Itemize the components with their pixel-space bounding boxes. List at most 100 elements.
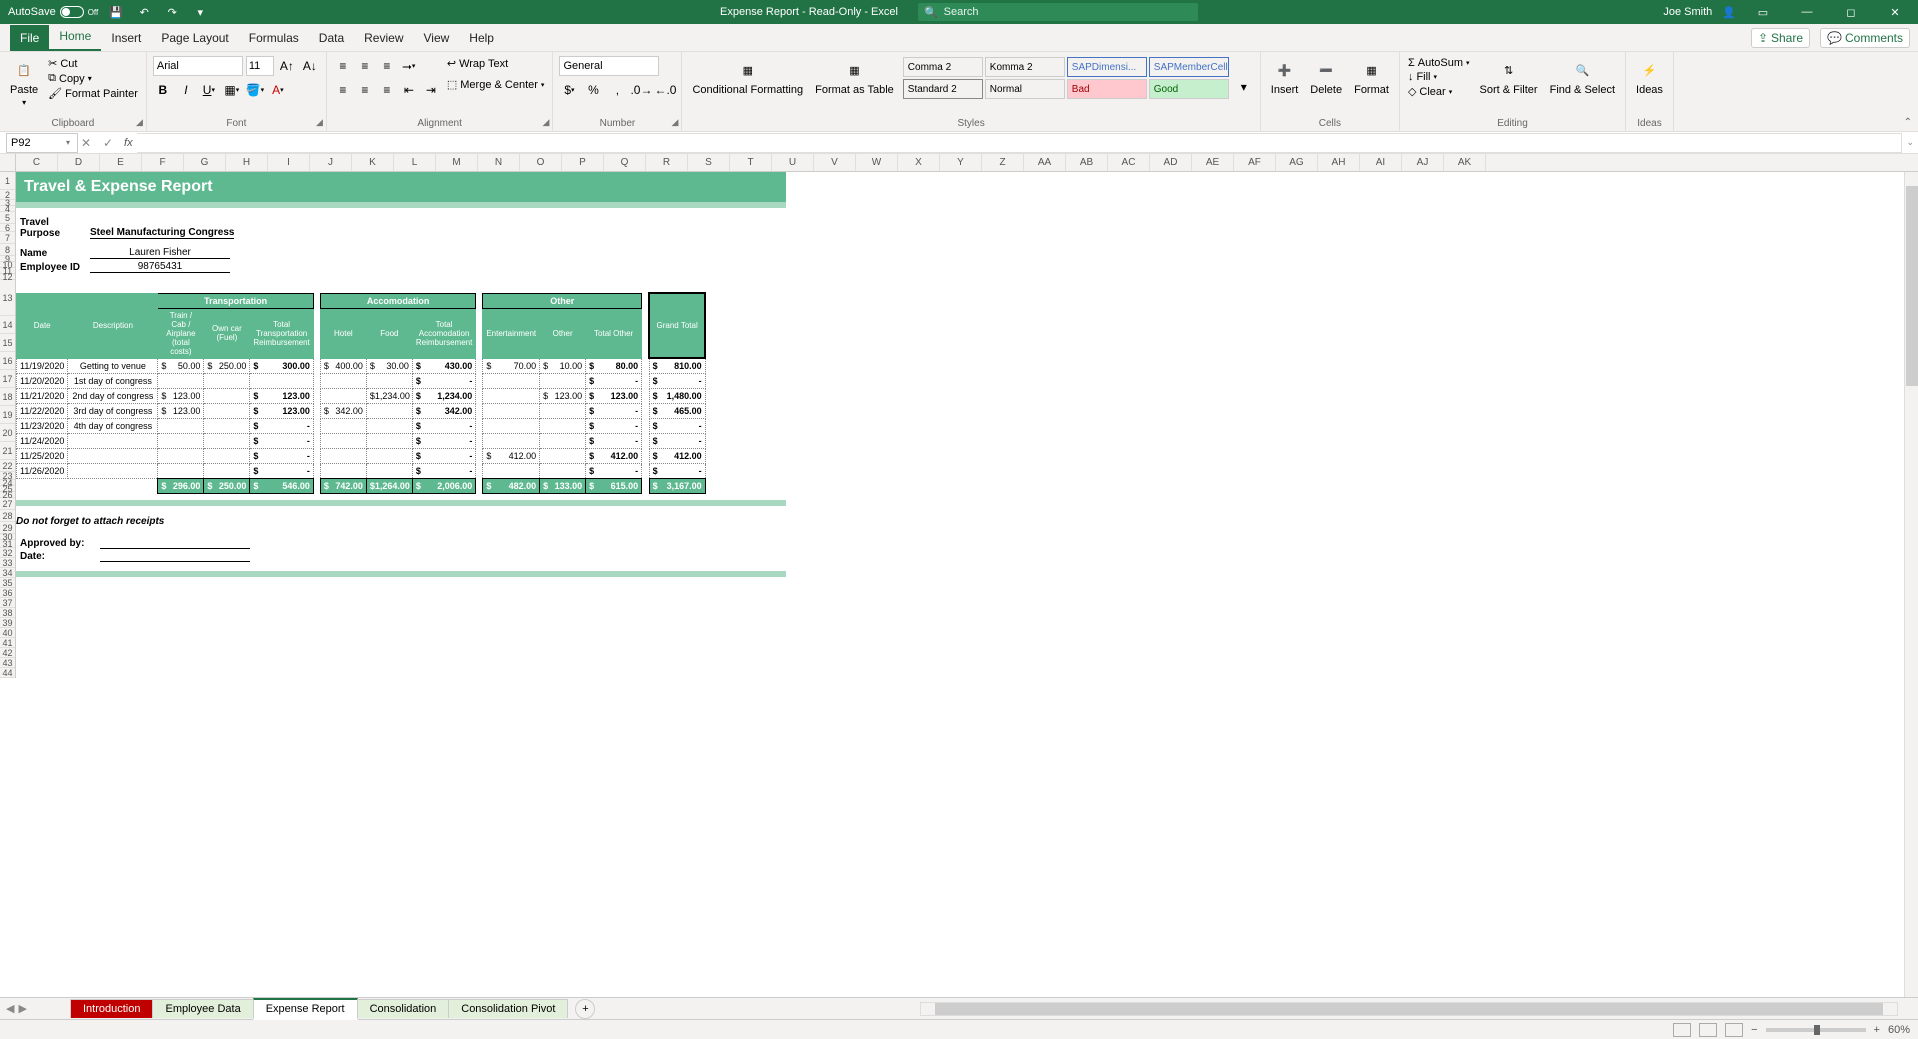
sheet-nav-prev-icon[interactable]: ◀ [6, 1002, 14, 1015]
row-header[interactable]: 41 [0, 638, 15, 648]
horizontal-scrollbar[interactable] [920, 1002, 1898, 1016]
maximize-icon[interactable]: ◻ [1834, 0, 1868, 24]
row-header[interactable]: 27 [0, 498, 15, 510]
row-header[interactable]: 31 [0, 540, 15, 548]
column-header[interactable]: AG [1276, 154, 1318, 171]
zoom-in-icon[interactable]: + [1874, 1024, 1880, 1036]
comments-button[interactable]: 💬Comments [1820, 28, 1910, 48]
decrease-font-icon[interactable]: A↓ [300, 56, 320, 76]
increase-indent-icon[interactable]: ⇥ [421, 80, 441, 100]
align-right-icon[interactable]: ≡ [377, 80, 397, 100]
column-header[interactable]: V [814, 154, 856, 171]
insert-cells-button[interactable]: ➕Insert [1267, 56, 1303, 98]
dialog-launcher-icon[interactable]: ◢ [543, 117, 550, 128]
column-header[interactable]: E [100, 154, 142, 171]
row-header[interactable]: 35 [0, 578, 15, 588]
row-header[interactable]: 16 [0, 352, 15, 370]
user-name[interactable]: Joe Smith [1663, 6, 1712, 18]
delete-cells-button[interactable]: ➖Delete [1306, 56, 1346, 98]
column-header[interactable]: M [436, 154, 478, 171]
row-header[interactable]: 33 [0, 558, 15, 568]
spreadsheet-grid[interactable]: CDEFGHIJKLMNOPQRSTUVWXYZAAABACADAEAFAGAH… [0, 154, 1918, 997]
column-header[interactable]: R [646, 154, 688, 171]
search-box[interactable]: 🔍 Search [918, 3, 1198, 21]
minimize-icon[interactable]: — [1790, 0, 1824, 24]
undo-icon[interactable]: ↶ [134, 2, 154, 22]
style-sapdimension[interactable]: SAPDimensi... [1067, 57, 1147, 77]
autosave-toggle[interactable]: AutoSave Off [8, 6, 98, 18]
row-header[interactable]: 14 [0, 316, 15, 334]
font-name-dropdown[interactable] [153, 56, 243, 76]
row-header[interactable]: 39 [0, 618, 15, 628]
namebox-dropdown-icon[interactable]: ▾ [66, 138, 70, 147]
row-header[interactable]: 40 [0, 628, 15, 638]
font-color-icon[interactable]: A▾ [268, 80, 288, 100]
align-center-icon[interactable]: ≡ [355, 80, 375, 100]
fill-color-icon[interactable]: 🪣▾ [245, 80, 265, 100]
sheet-tab-employee-data[interactable]: Employee Data [152, 999, 253, 1018]
cancel-formula-icon[interactable]: ✕ [76, 133, 96, 153]
collapse-ribbon-icon[interactable]: ⌃ [1904, 117, 1912, 128]
column-headers[interactable]: CDEFGHIJKLMNOPQRSTUVWXYZAAABACADAEAFAGAH… [16, 154, 1918, 172]
format-cells-button[interactable]: ▦Format [1350, 56, 1393, 98]
close-icon[interactable]: ✕ [1878, 0, 1912, 24]
style-komma2[interactable]: Komma 2 [985, 57, 1065, 77]
row-header[interactable]: 34 [0, 568, 15, 578]
column-header[interactable]: AB [1066, 154, 1108, 171]
conditional-formatting-button[interactable]: ▦Conditional Formatting [688, 56, 807, 98]
increase-decimal-icon[interactable]: .0→ [631, 80, 651, 100]
row-header[interactable]: 17 [0, 370, 15, 388]
column-header[interactable]: D [58, 154, 100, 171]
decrease-decimal-icon[interactable]: ←.0 [655, 80, 675, 100]
column-header[interactable]: N [478, 154, 520, 171]
row-header[interactable]: 1 [0, 172, 15, 190]
share-button[interactable]: ⇪Share [1751, 28, 1810, 48]
row-header[interactable]: 44 [0, 668, 15, 678]
row-header[interactable]: 15 [0, 334, 15, 352]
sheet-nav-next-icon[interactable]: ▶ [18, 1002, 26, 1015]
dialog-launcher-icon[interactable]: ◢ [316, 117, 323, 128]
style-good[interactable]: Good [1149, 79, 1229, 99]
column-header[interactable]: AC [1108, 154, 1150, 171]
paste-button[interactable]: 📋Paste▾ [6, 56, 42, 109]
wrap-text-button[interactable]: ↩Wrap Text [445, 56, 547, 71]
select-all-triangle[interactable] [0, 154, 16, 172]
autosum-button[interactable]: ΣAutoSum▾ [1406, 56, 1472, 70]
tab-view[interactable]: View [414, 25, 460, 51]
column-header[interactable]: Y [940, 154, 982, 171]
column-header[interactable]: AD [1150, 154, 1192, 171]
column-header[interactable]: O [520, 154, 562, 171]
column-header[interactable]: K [352, 154, 394, 171]
orientation-icon[interactable]: ⭢▾ [399, 56, 419, 76]
italic-icon[interactable]: I [176, 80, 196, 100]
column-header[interactable]: C [16, 154, 58, 171]
add-sheet-button[interactable]: + [575, 999, 595, 1019]
column-header[interactable]: AA [1024, 154, 1066, 171]
align-top-icon[interactable]: ≡ [333, 56, 353, 76]
column-header[interactable]: U [772, 154, 814, 171]
style-comma2[interactable]: Comma 2 [903, 57, 983, 77]
percent-icon[interactable]: % [583, 80, 603, 100]
column-header[interactable]: AF [1234, 154, 1276, 171]
align-left-icon[interactable]: ≡ [333, 80, 353, 100]
decrease-indent-icon[interactable]: ⇤ [399, 80, 419, 100]
cut-button[interactable]: ✂Cut [46, 56, 140, 71]
column-header[interactable]: AH [1318, 154, 1360, 171]
currency-icon[interactable]: $▾ [559, 80, 579, 100]
format-as-table-button[interactable]: ▦Format as Table [811, 56, 898, 98]
redo-icon[interactable]: ↷ [162, 2, 182, 22]
style-standard2[interactable]: Standard 2 [903, 79, 983, 99]
style-normal[interactable]: Normal [985, 79, 1065, 99]
align-middle-icon[interactable]: ≡ [355, 56, 375, 76]
zoom-slider[interactable] [1766, 1028, 1866, 1032]
zoom-level[interactable]: 60% [1888, 1024, 1910, 1036]
merge-center-button[interactable]: ⬚Merge & Center▾ [445, 77, 547, 92]
row-header[interactable]: 13 [0, 280, 15, 316]
column-header[interactable]: S [688, 154, 730, 171]
fill-button[interactable]: ↓Fill▾ [1406, 70, 1472, 84]
underline-icon[interactable]: U▾ [199, 80, 219, 100]
clear-button[interactable]: ◇Clear▾ [1406, 84, 1472, 99]
user-avatar-icon[interactable]: 👤 [1722, 6, 1736, 19]
column-header[interactable]: AJ [1402, 154, 1444, 171]
sheet-tab-consolidation-pivot[interactable]: Consolidation Pivot [448, 999, 568, 1018]
